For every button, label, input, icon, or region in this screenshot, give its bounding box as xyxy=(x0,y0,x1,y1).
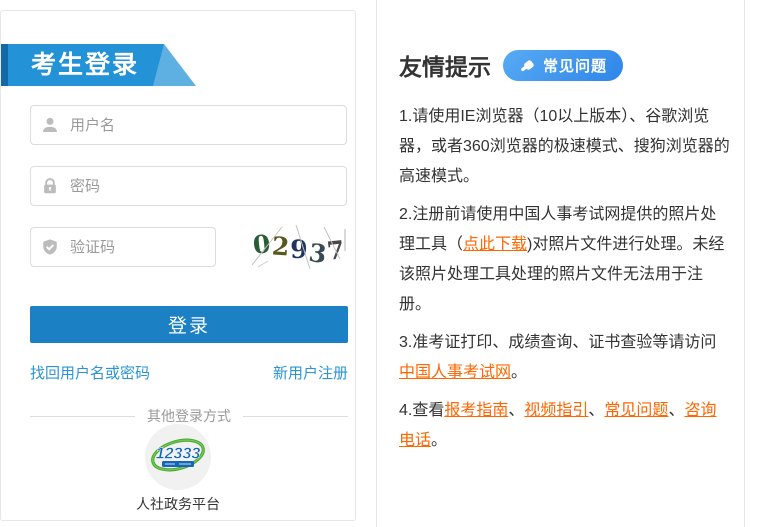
tip-text: 、 xyxy=(508,402,524,419)
captcha-input[interactable] xyxy=(68,238,271,257)
tip-text: 1.请使用IE浏览器（10以上版本）、谷歌浏览器，或者360浏览器的极速模式、搜… xyxy=(399,108,730,185)
login-links-row: 找回用户名或密码 新用户注册 xyxy=(30,362,348,383)
login-button[interactable]: 登录 xyxy=(30,306,348,343)
username-input[interactable] xyxy=(68,116,336,135)
tip-text: 。 xyxy=(431,432,447,449)
ribbon-fold xyxy=(1,44,8,86)
tips-title: 友情提示 xyxy=(399,48,491,82)
forgot-credentials-link[interactable]: 找回用户名或密码 xyxy=(30,362,150,383)
tip-link[interactable]: 报考指南 xyxy=(444,402,508,419)
pointing-hand-icon xyxy=(519,57,536,74)
captcha-field[interactable] xyxy=(30,227,216,267)
divider-line-left xyxy=(30,416,135,417)
faq-button[interactable]: 常见问题 xyxy=(503,50,623,81)
other-login-label: 其他登录方式 xyxy=(147,406,231,426)
tip-link[interactable]: 点此下载 xyxy=(463,236,527,253)
provider-caption: 人社政务平台 xyxy=(1,494,355,514)
tips-list: 1.请使用IE浏览器（10以上版本）、谷歌浏览器，或者360浏览器的极速模式、搜… xyxy=(399,102,732,456)
tip-text: 4.查看 xyxy=(399,402,444,419)
login-title: 考生登录 xyxy=(31,44,139,86)
12333-logo: 12333 xyxy=(145,424,211,490)
tip-link[interactable]: 中国人事考试网 xyxy=(399,364,511,381)
tips-header: 友情提示 常见问题 xyxy=(399,48,732,82)
logo-number: 12333 xyxy=(156,446,201,463)
password-input[interactable] xyxy=(68,177,336,196)
tip-text: 、 xyxy=(588,402,604,419)
tip-item: 1.请使用IE浏览器（10以上版本）、谷歌浏览器，或者360浏览器的极速模式、搜… xyxy=(399,102,732,192)
page: 考生登录 02937 xyxy=(0,0,757,527)
tips-panel: 友情提示 常见问题 1.请使用IE浏览器（10以上版本）、谷歌浏览器，或者360… xyxy=(376,0,745,527)
faq-button-label: 常见问题 xyxy=(543,55,607,76)
new-user-register-link[interactable]: 新用户注册 xyxy=(273,362,348,383)
tip-link[interactable]: 常见问题 xyxy=(604,402,668,419)
other-login-divider: 其他登录方式 xyxy=(30,406,348,426)
tip-text: 3.准考证打印、成绩查询、证书查验等请访问 xyxy=(399,334,716,351)
user-icon xyxy=(41,116,59,134)
username-field[interactable] xyxy=(30,105,347,145)
tip-item: 4.查看报考指南、视频指引、常见问题、咨询电话。 xyxy=(399,396,732,456)
login-card: 考生登录 02937 xyxy=(0,10,356,521)
tip-item: 2.注册前请使用中国人事考试网提供的照片处理工具（点此下载)对照片文件进行处理。… xyxy=(399,200,732,320)
tip-link[interactable]: 视频指引 xyxy=(524,402,588,419)
password-field[interactable] xyxy=(30,166,347,206)
shield-check-icon xyxy=(41,238,59,256)
divider-line-right xyxy=(243,416,348,417)
captcha-noise-lines xyxy=(244,225,354,269)
tip-text: 、 xyxy=(668,402,684,419)
tip-item: 3.准考证打印、成绩查询、证书查验等请访问中国人事考试网。 xyxy=(399,328,732,388)
captcha-image[interactable]: 02937 xyxy=(244,225,354,269)
tip-text: 。 xyxy=(511,364,527,381)
lock-icon xyxy=(41,177,59,195)
provider-login-button[interactable]: 12333 xyxy=(1,424,355,495)
